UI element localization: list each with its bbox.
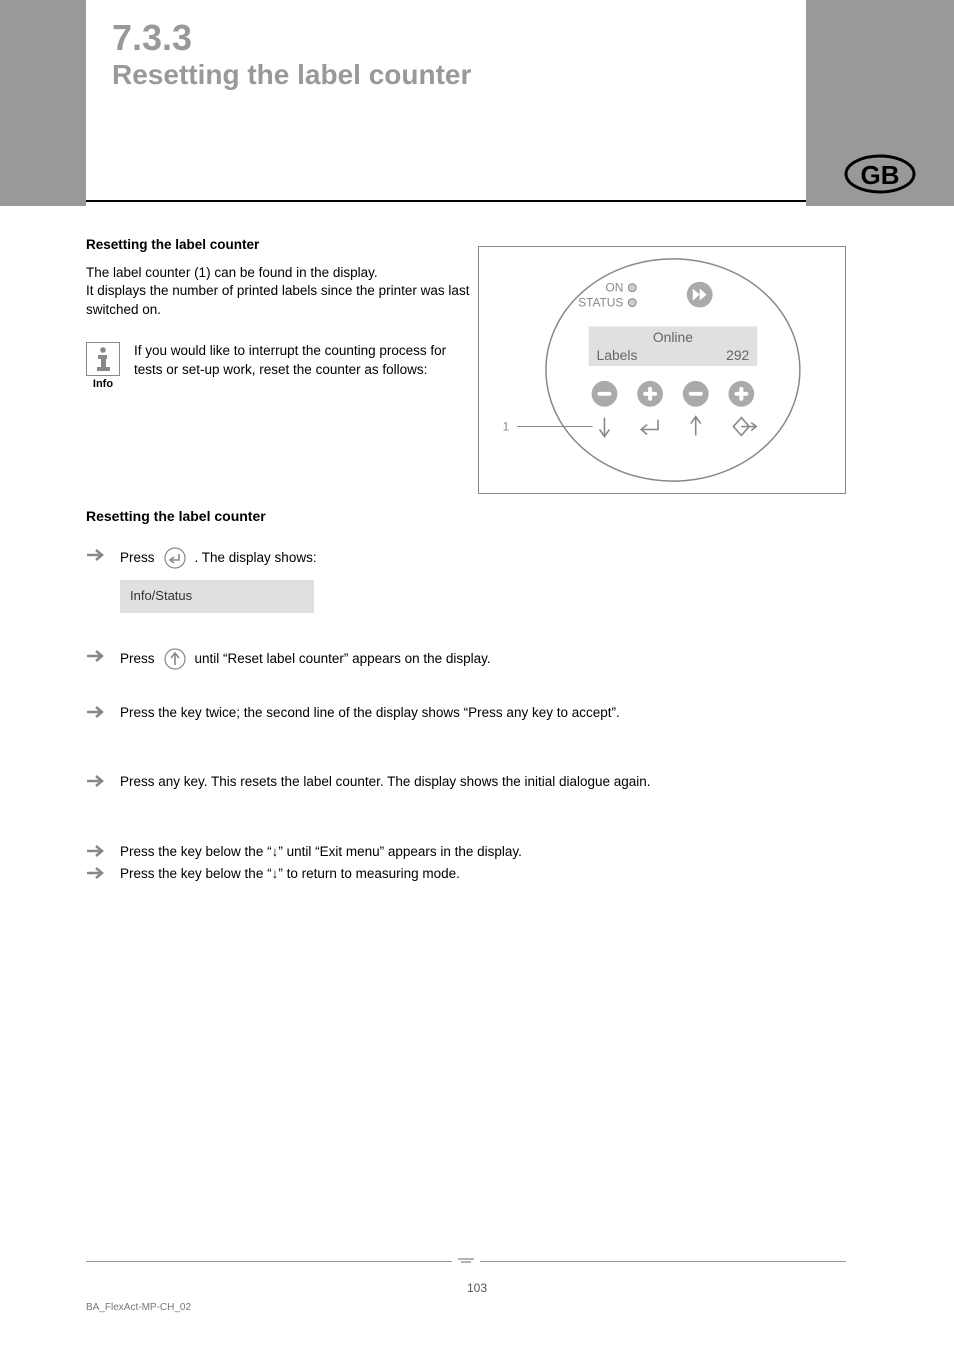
info-label: Info xyxy=(93,378,113,390)
info-row: Info If you would like to interrupt the … xyxy=(86,342,472,390)
step-text: Press xyxy=(120,548,155,568)
svg-text:GB: GB xyxy=(861,160,900,190)
arrow-right-icon xyxy=(86,647,106,663)
footer-rule xyxy=(86,1251,846,1271)
step-item: Press until “Reset label counter” appear… xyxy=(86,647,846,671)
display-panel-figure: ON STATUS Online Labels 292 xyxy=(478,246,846,494)
svg-text:ON: ON xyxy=(605,281,623,295)
step-item: Press the key below the “↓” until “Exit … xyxy=(86,842,846,862)
arrow-right-icon xyxy=(86,546,106,562)
arrow-right-icon xyxy=(86,772,106,788)
intro-line1: The label counter (1) can be found in th… xyxy=(86,264,472,282)
header-right-bar: GB xyxy=(806,0,954,206)
step-text: Press the key below the “↓” until “Exit … xyxy=(120,842,846,862)
arrow-right-icon xyxy=(86,864,106,880)
step-item: Press . The display shows: Info/Status xyxy=(86,546,846,637)
lcd-display: Info/Status xyxy=(120,580,314,613)
svg-text:STATUS: STATUS xyxy=(578,296,623,310)
step-text: Press any key. This resets the label cou… xyxy=(120,772,846,792)
intro-line2: It displays the number of printed labels… xyxy=(86,282,472,318)
header-left-bar xyxy=(0,0,86,206)
intro-block: Resetting the label counter The label co… xyxy=(86,236,472,319)
step-text: . The display shows: xyxy=(195,548,317,568)
page-number: 103 xyxy=(467,1281,487,1295)
step-text: until “Reset label counter” appears on t… xyxy=(195,649,491,669)
steps-heading: Resetting the label counter xyxy=(86,508,266,524)
step-text: Press the key below the “↓” to return to… xyxy=(120,864,846,884)
step-item: Press any key. This resets the label cou… xyxy=(86,772,846,792)
svg-text:Online: Online xyxy=(653,329,693,345)
language-badge: GB xyxy=(842,152,918,196)
svg-text:Labels: Labels xyxy=(597,347,638,363)
header-main: 7.3.3 Resetting the label counter xyxy=(86,0,806,206)
step-text: Press xyxy=(120,649,155,669)
intro-heading: Resetting the label counter xyxy=(86,236,472,254)
arrow-right-icon xyxy=(86,703,106,719)
enter-key-icon xyxy=(163,546,187,570)
step-item: Press the key below the “↓” to return to… xyxy=(86,864,846,884)
section-title: Resetting the label counter xyxy=(112,60,780,91)
info-icon xyxy=(86,342,120,376)
svg-text:1: 1 xyxy=(503,420,510,434)
up-key-icon xyxy=(163,647,187,671)
info-text: If you would like to interrupt the count… xyxy=(134,342,472,380)
header-rule xyxy=(86,200,806,202)
section-number: 7.3.3 xyxy=(112,20,780,56)
step-text: Press the key twice; the second line of … xyxy=(120,703,846,723)
steps-list: Press . The display shows: Info/Status xyxy=(86,546,846,893)
step-item: Press the key twice; the second line of … xyxy=(86,703,846,723)
footer-reference: BA_FlexAct-MP-CH_02 xyxy=(86,1302,191,1313)
svg-text:292: 292 xyxy=(726,347,749,363)
arrow-right-icon xyxy=(86,842,106,858)
